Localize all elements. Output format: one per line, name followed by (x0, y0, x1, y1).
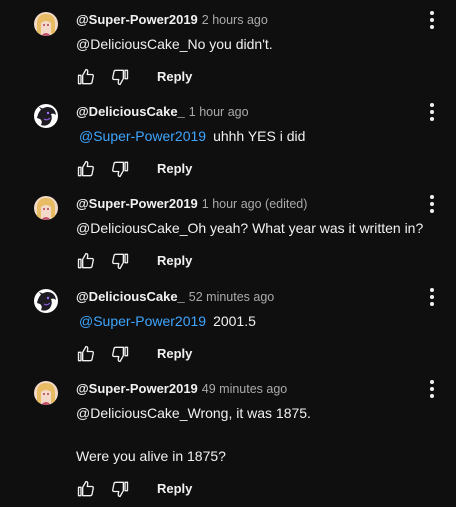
more-vert-icon[interactable] (424, 378, 440, 400)
comment-time[interactable]: 1 hour ago (189, 105, 249, 119)
comment-text-rest: 2001.5 (213, 313, 256, 329)
comment-author[interactable]: @Super-Power2019 (76, 12, 198, 27)
thumbs-up-icon[interactable] (76, 67, 96, 87)
comment-text-rest: uhhh YES i did (213, 128, 306, 144)
comment-text-line: Were you alive in 1875? (76, 448, 226, 464)
avatar-super-power-image (34, 381, 58, 405)
comment-text: @Super-Power2019 2001.5 (76, 311, 256, 331)
avatar[interactable] (34, 196, 58, 220)
avatar-delicious-cake-image (34, 289, 58, 313)
comment-author[interactable]: @DeliciousCake_ (76, 104, 185, 119)
reply-button[interactable]: Reply (157, 161, 192, 177)
comment-author[interactable]: @Super-Power2019 (76, 381, 198, 396)
comment-text-line: @DeliciousCake_No you didn't. (76, 36, 273, 52)
comment-text-line: @DeliciousCake_Wrong, it was 1875. (76, 405, 311, 421)
comment-author[interactable]: @Super-Power2019 (76, 196, 198, 211)
thumbs-down-icon[interactable] (110, 479, 130, 499)
avatar[interactable] (34, 12, 58, 36)
thumbs-up-icon[interactable] (76, 251, 96, 271)
avatar-super-power-image (34, 196, 58, 220)
comment-time[interactable]: 49 minutes ago (202, 382, 287, 396)
comment-text: Were you alive in 1875? (76, 446, 226, 466)
comment-time[interactable]: 2 hours ago (202, 13, 268, 27)
avatar[interactable] (34, 289, 58, 313)
thumbs-down-icon[interactable] (110, 159, 130, 179)
comment-text: @Super-Power2019 uhhh YES i did (76, 126, 305, 146)
thumbs-down-icon[interactable] (110, 67, 130, 87)
comment-time[interactable]: 52 minutes ago (189, 290, 274, 304)
mention-link[interactable]: @Super-Power2019 (79, 313, 206, 329)
avatar[interactable] (34, 381, 58, 405)
avatar[interactable] (34, 104, 58, 128)
reply-button[interactable]: Reply (157, 481, 192, 497)
comment-text: @DeliciousCake_Wrong, it was 1875. (76, 403, 311, 423)
thumbs-up-icon[interactable] (76, 479, 96, 499)
thumbs-up-icon[interactable] (76, 344, 96, 364)
comment-author[interactable]: @DeliciousCake_ (76, 289, 185, 304)
comment-text: @DeliciousCake_Oh yeah? What year was it… (76, 218, 423, 238)
more-vert-icon[interactable] (424, 101, 440, 123)
comment-header: @DeliciousCake_ 52 minutes ago (76, 289, 274, 305)
comment-time[interactable]: 1 hour ago (edited) (202, 197, 308, 211)
more-vert-icon[interactable] (424, 193, 440, 215)
comment-text: @DeliciousCake_No you didn't. (76, 34, 273, 54)
comment-header: @Super-Power2019 1 hour ago (edited) (76, 196, 307, 212)
reply-button[interactable]: Reply (157, 346, 192, 362)
avatar-delicious-cake-image (34, 104, 58, 128)
comment-header: @Super-Power2019 2 hours ago (76, 12, 268, 28)
thumbs-down-icon[interactable] (110, 251, 130, 271)
reply-button[interactable]: Reply (157, 69, 192, 85)
thumbs-up-icon[interactable] (76, 159, 96, 179)
more-vert-icon[interactable] (424, 286, 440, 308)
comment-header: @DeliciousCake_ 1 hour ago (76, 104, 249, 120)
thumbs-down-icon[interactable] (110, 344, 130, 364)
mention-link[interactable]: @Super-Power2019 (79, 128, 206, 144)
more-vert-icon[interactable] (424, 9, 440, 31)
avatar-super-power-image (34, 12, 58, 36)
comment-header: @Super-Power2019 49 minutes ago (76, 381, 287, 397)
comment-text-line: @DeliciousCake_Oh yeah? What year was it… (76, 220, 424, 236)
reply-button[interactable]: Reply (157, 253, 192, 269)
